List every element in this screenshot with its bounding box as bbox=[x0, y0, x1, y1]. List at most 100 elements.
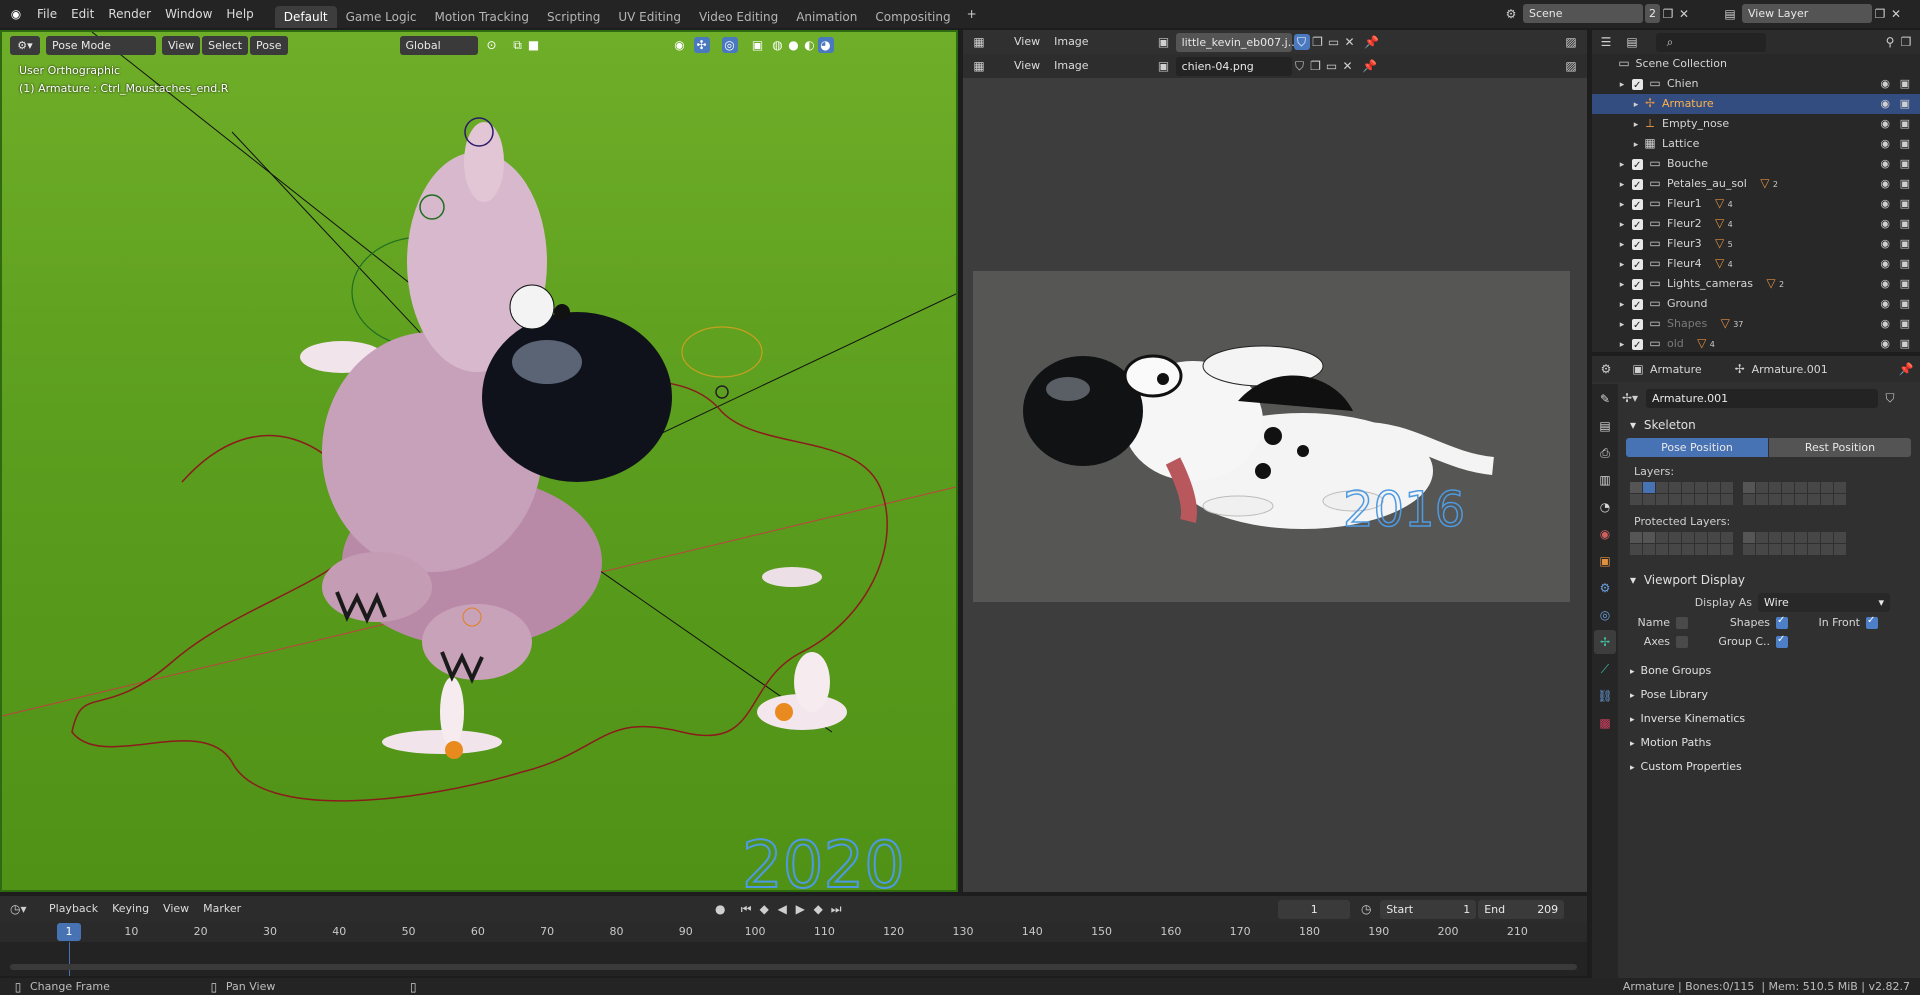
visibility-eye-icon[interactable]: ◉ bbox=[1880, 174, 1890, 194]
delete-scene-icon[interactable]: ✕ bbox=[1676, 6, 1692, 22]
play-reverse-icon[interactable]: ◀ bbox=[774, 901, 790, 917]
workspace-tab-uv-editing[interactable]: UV Editing bbox=[609, 6, 690, 28]
workspace-tab-video-editing[interactable]: Video Editing bbox=[690, 6, 787, 28]
proportional-icon[interactable]: ■ bbox=[526, 37, 542, 53]
new-scene-icon[interactable]: ❐ bbox=[1660, 6, 1676, 22]
pin-icon-2[interactable]: 📌 bbox=[1362, 58, 1378, 74]
expand-arrow-icon[interactable]: ▸ bbox=[1616, 277, 1628, 293]
wireframe-shading-icon[interactable]: ◍ bbox=[770, 37, 786, 53]
expand-arrow-icon[interactable]: ▸ bbox=[1630, 117, 1642, 133]
bone-layer-grid-right[interactable] bbox=[1743, 482, 1846, 505]
modifier-tab-icon[interactable]: ⚙ bbox=[1594, 576, 1616, 600]
add-workspace-icon[interactable]: + bbox=[964, 6, 980, 22]
overlay-icon[interactable]: ◎ bbox=[721, 37, 738, 53]
fake-user-shield-icon[interactable]: ⛉ bbox=[1882, 390, 1898, 406]
rest-position-button[interactable]: Rest Position bbox=[1769, 438, 1911, 457]
timeline[interactable]: ◷▾ Playback Keying View Marker ● ⏮ ◆ ◀ ▶ ◆ … bbox=[0, 896, 1587, 976]
start-frame-field[interactable]: Start 1 bbox=[1380, 899, 1477, 919]
outliner-row-armature[interactable]: ▸ ✢ Armature ◉ ▣ bbox=[1592, 94, 1920, 114]
fake-user-icon-2[interactable]: ⛉ bbox=[1292, 58, 1308, 74]
visibility-eye-icon[interactable]: ◉ bbox=[1880, 94, 1890, 114]
view-layer-tab-icon[interactable]: ▥ bbox=[1594, 468, 1616, 492]
expand-arrow-icon[interactable]: ▸ bbox=[1630, 137, 1642, 153]
pose-position-button[interactable]: Pose Position bbox=[1626, 438, 1768, 457]
image-name-field-1[interactable]: little_kevin_eb007.j... bbox=[1175, 32, 1298, 52]
panel-pose-library[interactable]: ▸ Pose Library bbox=[1622, 682, 1916, 706]
prev-keyframe-icon[interactable]: ◆ bbox=[756, 901, 772, 917]
jump-end-icon[interactable]: ⏭ bbox=[828, 901, 844, 917]
rendered-shading-icon[interactable]: ◕ bbox=[817, 37, 834, 53]
physics-tab-icon[interactable]: ◎ bbox=[1594, 603, 1616, 627]
image-editor-type-icon-2[interactable]: ▦ bbox=[971, 58, 987, 74]
viewport-menu-select[interactable]: Select bbox=[202, 35, 249, 55]
open-image-icon-2[interactable]: ▭ bbox=[1324, 58, 1340, 74]
visibility-eye-icon[interactable]: ◉ bbox=[1880, 214, 1890, 234]
gizmo-icon[interactable]: ✣ bbox=[693, 37, 710, 53]
exclude-checkbox[interactable] bbox=[1632, 296, 1643, 316]
render-camera-icon[interactable]: ▣ bbox=[1900, 174, 1910, 194]
shapes-checkbox[interactable] bbox=[1776, 615, 1788, 629]
workspace-tab-default[interactable]: Default bbox=[274, 6, 337, 28]
menu-help[interactable]: Help bbox=[219, 0, 260, 28]
exclude-checkbox[interactable] bbox=[1632, 76, 1643, 96]
workspace-tab-game-logic[interactable]: Game Logic bbox=[337, 6, 426, 28]
render-camera-icon[interactable]: ▣ bbox=[1900, 234, 1910, 254]
scene-collection-row[interactable]: ▭ Scene Collection bbox=[1592, 54, 1920, 74]
outliner-row-old[interactable]: ▸ ▭ old ▽4 ◉ ▣ bbox=[1592, 334, 1920, 356]
menu-edit[interactable]: Edit bbox=[64, 0, 101, 28]
outliner-row-lattice[interactable]: ▸ ▦ Lattice ◉ ▣ bbox=[1592, 134, 1920, 154]
fake-user-icon[interactable]: ⛉ bbox=[1293, 34, 1310, 50]
new-collection-icon[interactable]: ❐ bbox=[1898, 34, 1914, 50]
display-as-dropdown[interactable]: Wire ▾ bbox=[1758, 593, 1890, 612]
image-menu-image[interactable]: Image bbox=[1047, 30, 1095, 54]
context-object-label[interactable]: Armature bbox=[1650, 363, 1702, 376]
bone-tab-icon[interactable]: ⟋ bbox=[1594, 657, 1616, 681]
new-image-icon-2[interactable]: ❐ bbox=[1308, 58, 1324, 74]
exclude-checkbox[interactable] bbox=[1632, 336, 1643, 356]
workspace-tab-animation[interactable]: Animation bbox=[787, 6, 866, 28]
timeline-editor-icon[interactable]: ◷▾ bbox=[10, 901, 27, 917]
stopwatch-icon[interactable]: ◷ bbox=[1358, 901, 1374, 917]
material-shading-icon[interactable]: ◐ bbox=[802, 37, 818, 53]
panel-motion-paths[interactable]: ▸ Motion Paths bbox=[1622, 730, 1916, 754]
expand-arrow-icon[interactable]: ▸ bbox=[1616, 337, 1628, 353]
timeline-menu-keying[interactable]: Keying bbox=[105, 896, 156, 922]
armature-name-field[interactable]: Armature.001 bbox=[1646, 388, 1878, 408]
viewport-display-panel-header[interactable]: ▾ Viewport Display bbox=[1622, 569, 1916, 591]
outliner-row-fleur1[interactable]: ▸ ▭ Fleur1 ▽4 ◉ ▣ bbox=[1592, 194, 1920, 216]
render-camera-icon[interactable]: ▣ bbox=[1900, 94, 1910, 114]
armature-data-tab-icon[interactable]: ✢ bbox=[1594, 630, 1616, 654]
visibility-eye-icon[interactable]: ◉ bbox=[1880, 254, 1890, 274]
view-layer-icon[interactable]: ▤ bbox=[1722, 6, 1738, 22]
visibility-icon[interactable]: ◉ bbox=[672, 37, 688, 53]
render-camera-icon[interactable]: ▣ bbox=[1900, 154, 1910, 174]
outliner-row-fleur4[interactable]: ▸ ▭ Fleur4 ▽4 ◉ ▣ bbox=[1592, 254, 1920, 276]
expand-arrow-icon[interactable]: ▸ bbox=[1616, 237, 1628, 253]
timeline-menu-marker[interactable]: Marker bbox=[196, 896, 248, 922]
next-keyframe-icon[interactable]: ◆ bbox=[810, 901, 826, 917]
output-tab-icon[interactable]: ⎙ bbox=[1594, 441, 1616, 465]
outliner-row-lights-cameras[interactable]: ▸ ▭ Lights_cameras ▽2 ◉ ▣ bbox=[1592, 274, 1920, 296]
open-image-icon[interactable]: ▭ bbox=[1326, 34, 1342, 50]
outliner-editor-icon[interactable]: ☰ bbox=[1598, 34, 1614, 50]
workspace-tab-scripting[interactable]: Scripting bbox=[538, 6, 609, 28]
properties-editor-icon[interactable]: ⚙ bbox=[1598, 361, 1614, 377]
pivot-icon[interactable]: ⊙ bbox=[484, 37, 500, 53]
tool-tab-icon[interactable]: ✎ bbox=[1594, 387, 1616, 411]
outliner-row-chien[interactable]: ▸ ▭ Chien ◉ ▣ bbox=[1592, 74, 1920, 96]
end-frame-field[interactable]: End 209 bbox=[1478, 899, 1565, 919]
bone-layers[interactable] bbox=[1630, 482, 1916, 505]
expand-arrow-icon[interactable]: ▸ bbox=[1616, 317, 1628, 333]
timeline-scrollbar[interactable] bbox=[10, 964, 1577, 970]
new-view-layer-icon[interactable]: ❐ bbox=[1872, 6, 1888, 22]
frame-ruler[interactable]: 1 10 20 30 40 50 60 70 80 90 100 110 120 130 140 150 160… bbox=[0, 922, 1587, 942]
in-front-checkbox[interactable] bbox=[1866, 615, 1878, 629]
outliner-row-ground[interactable]: ▸ ▭ Ground ◉ ▣ bbox=[1592, 294, 1920, 316]
unlink-image-icon-2[interactable]: ✕ bbox=[1340, 58, 1356, 74]
scene-users-count[interactable]: 2 bbox=[1645, 4, 1660, 23]
expand-arrow-icon[interactable]: ▸ bbox=[1616, 217, 1628, 233]
exclude-checkbox[interactable] bbox=[1632, 236, 1643, 256]
mode-selector[interactable]: Pose Mode bbox=[46, 35, 156, 55]
workspace-tab-motion-tracking[interactable]: Motion Tracking bbox=[426, 6, 538, 28]
delete-view-layer-icon[interactable]: ✕ bbox=[1888, 6, 1904, 22]
